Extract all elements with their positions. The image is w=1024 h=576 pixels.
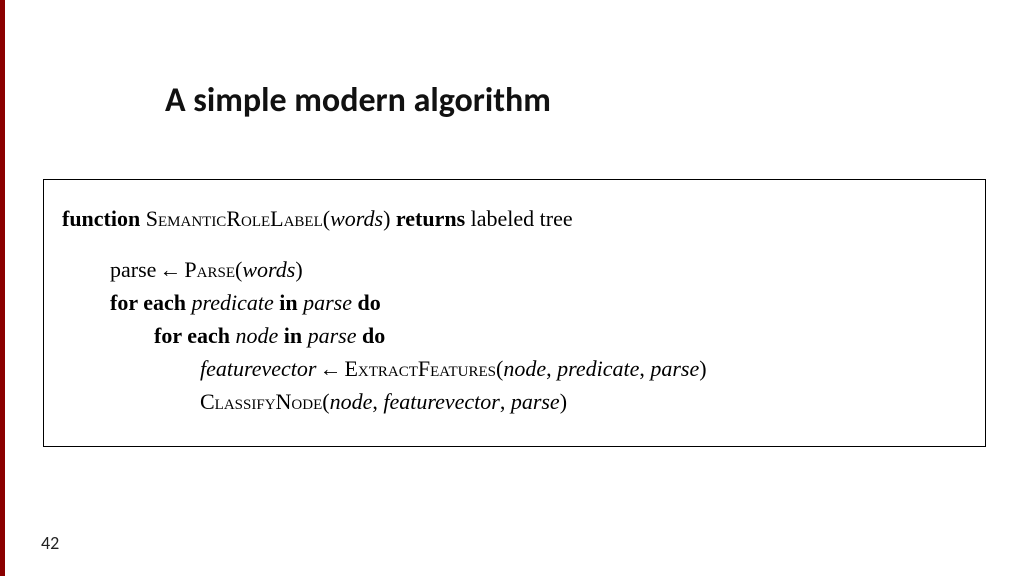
rparen: ) [295, 257, 302, 282]
fn-extractfeatures: ExtractFeatures [344, 356, 496, 381]
kw-in: in [279, 290, 297, 315]
rparen: ) [560, 389, 567, 414]
comma: , [639, 356, 650, 381]
var-node: node [235, 323, 278, 348]
kw-function: function [62, 206, 140, 231]
algo-line-assign-fv: featurevector←ExtractFeatures(node, pred… [62, 352, 967, 385]
arg-node: node [330, 389, 373, 414]
var-predicate: predicate [191, 290, 273, 315]
algo-line-classify: ClassifyNode(node, featurevector, parse) [62, 385, 967, 418]
kw-foreach: for each [154, 323, 230, 348]
algo-line-foreach-predicate: for each predicate in parse do [62, 286, 967, 319]
algo-signature: function SemanticRoleLabel(words) return… [62, 202, 967, 235]
algorithm-box: function SemanticRoleLabel(words) return… [43, 179, 986, 447]
kw-foreach: for each [110, 290, 186, 315]
rparen: ) [699, 356, 706, 381]
comma: , [546, 356, 557, 381]
algo-line-assign-parse: parse←Parse(words) [62, 253, 967, 286]
arg-parse: parse [650, 356, 699, 381]
fn-classifynode: ClassifyNode [200, 389, 322, 414]
return-value: labeled tree [471, 206, 573, 231]
kw-in: in [284, 323, 302, 348]
page-number: 42 [41, 532, 59, 554]
comma: , [372, 389, 383, 414]
arg-parse: parse [511, 389, 560, 414]
kw-do: do [362, 323, 385, 348]
algo-line-foreach-node: for each node in parse do [62, 319, 967, 352]
var-parse: parse [303, 290, 352, 315]
slide-title: A simple modern algorithm [165, 80, 551, 121]
var-parse: parse [110, 257, 156, 282]
lparen: ( [323, 206, 330, 231]
kw-returns: returns [396, 206, 465, 231]
lparen: ( [322, 389, 329, 414]
assign-arrow: ← [156, 257, 184, 282]
comma: , [500, 389, 511, 414]
arg-words: words [330, 206, 383, 231]
arg-node: node [503, 356, 546, 381]
var-parse: parse [308, 323, 357, 348]
assign-arrow: ← [316, 356, 344, 381]
kw-do: do [357, 290, 380, 315]
slide: A simple modern algorithm function Seman… [0, 0, 1024, 576]
arg-featurevector: featurevector [383, 389, 499, 414]
fn-parse: Parse [184, 257, 235, 282]
arg-predicate: predicate [557, 356, 639, 381]
var-featurevector: featurevector [200, 356, 316, 381]
arg-words: words [242, 257, 295, 282]
rparen: ) [383, 206, 390, 231]
fn-semanticrolelabel: SemanticRoleLabel [146, 206, 323, 231]
